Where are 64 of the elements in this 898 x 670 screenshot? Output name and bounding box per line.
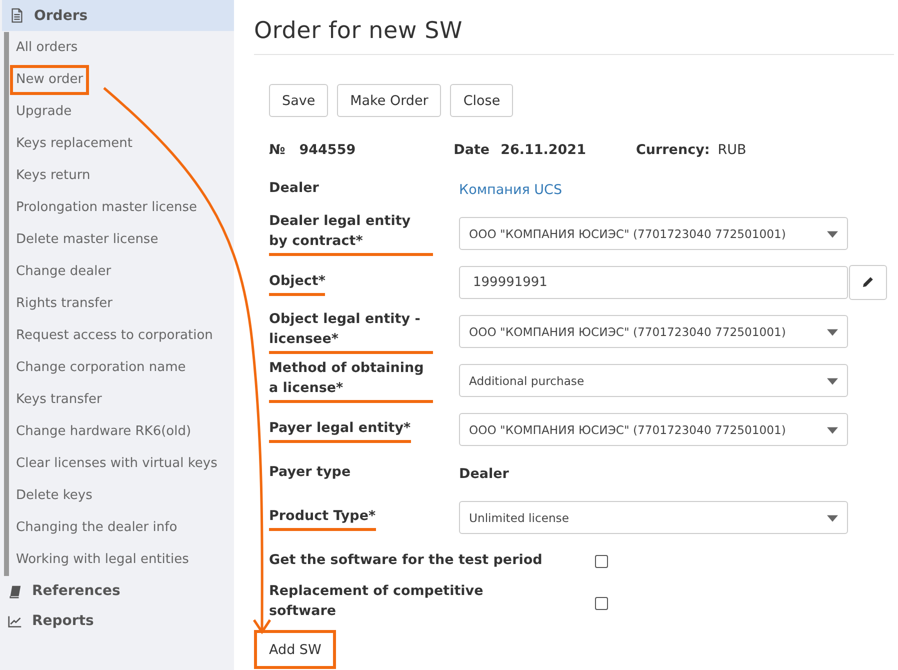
- sidebar-item[interactable]: Keys return: [10, 161, 96, 191]
- field-label: Payer type: [269, 462, 351, 482]
- page-title: Order for new SW: [254, 18, 894, 55]
- sidebar-item[interactable]: Prolongation master license: [10, 193, 204, 223]
- sidebar-item[interactable]: Changing the dealer info: [10, 513, 184, 543]
- sidebar-item[interactable]: All orders: [10, 33, 84, 63]
- field-label: Get the software for the test period: [269, 550, 542, 570]
- sidebar-item[interactable]: Change corporation name: [10, 353, 192, 383]
- number-label: №: [269, 142, 286, 158]
- sidebar-section[interactable]: References: [0, 576, 234, 606]
- section-label: Orders: [34, 8, 88, 24]
- section-label: References: [32, 583, 120, 599]
- currency-label: Currency:: [636, 142, 710, 158]
- field-value: Dealer: [459, 466, 509, 482]
- sidebar-section[interactable]: Reports: [0, 606, 234, 636]
- field-label: Product Type*: [269, 506, 376, 530]
- field-label: Object*: [269, 270, 326, 296]
- pencil-icon: [862, 276, 874, 288]
- sidebar-item[interactable]: Delete keys: [10, 481, 98, 511]
- chart-icon: [8, 614, 22, 628]
- sidebar-item[interactable]: Keys replacement: [10, 129, 139, 159]
- sidebar-item[interactable]: Change hardware RK6(old): [10, 417, 198, 447]
- checkbox[interactable]: [595, 555, 608, 568]
- toolbar-button[interactable]: Make Order: [337, 84, 442, 117]
- dropdown[interactable]: ООО "КОМПАНИЯ ЮСИЭС" (7701723040 772501001): [459, 413, 848, 446]
- toolbar-button[interactable]: Close: [450, 84, 514, 117]
- order-number: 944559: [299, 142, 356, 158]
- field-label: Replacement of competitive software: [269, 582, 484, 621]
- date-label: Date: [454, 142, 490, 158]
- sidebar-item[interactable]: New order: [10, 65, 90, 95]
- dropdown[interactable]: ООО "КОМПАНИЯ ЮСИЭС" (7701723040 772501001): [459, 217, 848, 250]
- sidebar-item[interactable]: Rights transfer: [10, 289, 118, 319]
- order-date: 26.11.2021: [500, 142, 586, 158]
- sidebar-section[interactable]: Orders: [2, 0, 234, 31]
- field-label: Dealer: [269, 178, 319, 198]
- object-input[interactable]: 199991991: [459, 266, 848, 298]
- sidebar-item[interactable]: Keys transfer: [10, 385, 108, 415]
- book-icon: [8, 584, 22, 598]
- field-label: Method of obtaining a license*: [269, 358, 433, 403]
- sidebar-item[interactable]: Delete master license: [10, 225, 164, 255]
- field-label: Dealer legal entity by contract*: [269, 211, 433, 256]
- field-label: Object legal entity - licensee*: [269, 309, 433, 354]
- edit-button[interactable]: [849, 264, 887, 300]
- caret-icon: [827, 515, 838, 522]
- section-label: Reports: [32, 613, 94, 629]
- sidebar-item[interactable]: Clear licenses with virtual keys: [10, 449, 224, 479]
- caret-icon: [827, 329, 838, 336]
- dropdown[interactable]: ООО "КОМПАНИЯ ЮСИЭС" (7701723040 772501001): [459, 315, 848, 348]
- currency-value: RUB: [718, 142, 746, 158]
- dealer-link[interactable]: Компания UCS: [459, 182, 562, 198]
- caret-icon: [827, 378, 838, 385]
- field-label: Payer legal entity*: [269, 418, 411, 442]
- caret-icon: [827, 427, 838, 434]
- sidebar-item[interactable]: Working with legal entities: [10, 545, 195, 575]
- dropdown[interactable]: Additional purchase: [459, 364, 848, 397]
- caret-icon: [827, 231, 838, 238]
- dropdown[interactable]: Unlimited license: [459, 501, 848, 534]
- checkbox[interactable]: [595, 597, 608, 610]
- add-sw-button[interactable]: Add SW: [254, 630, 336, 669]
- sidebar-item[interactable]: Upgrade: [10, 97, 78, 127]
- sidebar-item[interactable]: Change dealer: [10, 257, 118, 287]
- document-icon: [10, 8, 24, 23]
- sidebar-item[interactable]: Request access to corporation: [10, 321, 219, 351]
- toolbar-button[interactable]: Save: [269, 84, 328, 117]
